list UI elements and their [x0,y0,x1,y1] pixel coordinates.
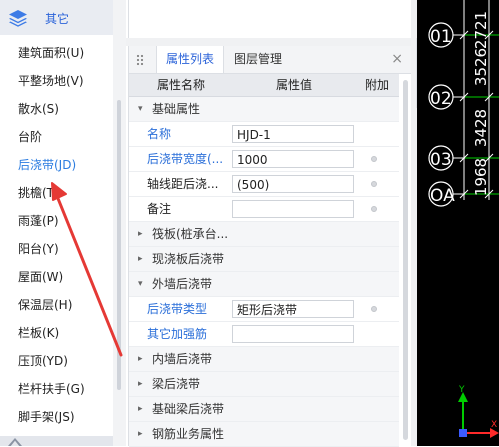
axis-label-0a: OA [430,186,455,206]
property-name: 其它加强筋 [147,327,208,341]
property-value-input[interactable]: HJD-1 [232,125,354,143]
attach-checkbox[interactable] [371,156,377,162]
group-label: 梁后浇带 [152,377,201,391]
caret-right-icon[interactable]: ▸ [138,247,143,271]
property-row[interactable]: 后浇带类型 矩形后浇带 [129,297,399,322]
group-label: 内墙后浇带 [152,352,213,366]
property-group-row[interactable]: ▸ 现浇板后浇带 [129,247,399,272]
property-name: 轴线距后浇... [147,177,219,191]
property-name: 后浇带类型 [147,302,208,316]
sidebar-scrollbar[interactable] [113,0,126,446]
category-title: 其它 [45,12,70,26]
attach-checkbox[interactable] [371,206,377,212]
group-label: 基础梁后浇带 [152,402,225,416]
property-row[interactable]: 备注 [129,197,399,222]
sidebar-item[interactable]: 散水(S) [18,99,59,119]
drawing-canvas[interactable]: 01 02 03 OA 2721 3526 3428 1968 Y X [417,0,499,446]
sidebar-footer[interactable] [0,436,113,446]
property-group-row[interactable]: ▸ 内墙后浇带 [129,347,399,372]
property-row[interactable]: 轴线距后浇... (500) [129,172,399,197]
caret-down-icon[interactable]: ▾ [138,97,143,121]
sidebar-item[interactable]: 雨蓬(P) [18,211,59,231]
column-header-value: 属性值 [276,78,313,92]
tab-layer-management[interactable]: 图层管理 [224,46,292,73]
sidebar-item[interactable]: 屋面(W) [18,267,63,287]
drag-handle-icon[interactable] [136,54,144,66]
sidebar-item[interactable]: 挑檐(T) [18,183,59,203]
property-row[interactable]: 后浇带宽度(... 1000 [129,147,399,172]
sidebar-item[interactable]: 平整场地(V) [18,71,84,91]
axis-label-02: 02 [430,89,452,109]
group-label: 基础属性 [152,102,201,116]
dimension-text: 3526 [472,48,490,86]
caret-right-icon[interactable]: ▸ [138,397,143,421]
caret-right-icon[interactable]: ▸ [138,372,143,396]
property-value-input[interactable]: 1000 [232,150,354,168]
caret-right-icon[interactable]: ▸ [138,347,143,371]
panel-tabbar: 属性列表 图层管理 × [129,46,412,74]
sidebar-item[interactable]: 保温层(H) [18,295,72,315]
table-header: 属性名称 属性值 附加 [129,74,399,97]
sidebar-item[interactable]: 栏杆扶手(G) [18,379,85,399]
sidebar-item[interactable]: 压顶(YD) [18,351,68,371]
property-group-row[interactable]: ▸ 筏板(桩承台... [129,222,399,247]
cad-drawing: 01 02 03 OA 2721 3526 3428 1968 Y X [428,0,499,438]
attach-checkbox[interactable] [371,306,377,312]
category-header-other[interactable]: 其它 [0,0,113,35]
property-row[interactable]: 名称 HJD-1 [129,122,399,147]
chevron-up-icon [8,438,22,446]
property-group-row[interactable]: ▾ 基础属性 [129,97,399,122]
dimension-text: 1968 [472,158,490,196]
caret-right-icon[interactable]: ▸ [138,422,143,446]
sidebar-item[interactable]: 阳台(Y) [18,239,59,259]
property-panel: 属性列表 图层管理 × 属性名称 属性值 附加 ▾ 基础属性名称 HJD-1 后浇带宽… [128,46,412,447]
property-group-row[interactable]: ▾ 外墙后浇带 [129,272,399,297]
caret-right-icon[interactable]: ▸ [138,222,143,246]
property-value-input[interactable] [232,325,354,343]
property-name: 后浇带宽度(... [147,152,224,166]
close-icon[interactable]: × [391,52,403,66]
scrollbar-thumb[interactable] [403,80,408,440]
column-header-name: 属性名称 [157,78,206,92]
dimension-text: 3428 [472,109,490,147]
property-value-input[interactable] [232,200,354,218]
ucs-y-label: Y [458,385,465,395]
layers-icon [9,10,27,27]
dimension-text: 2721 [472,11,490,49]
property-group-row[interactable]: ▸ 基础梁后浇带 [129,397,399,422]
axis-label-01: 01 [430,27,452,47]
group-label: 现浇板后浇带 [152,252,225,266]
component-sidebar: 其它 建筑面积(U) 平整场地(V) 散水(S) 台阶后浇带(JD) 挑檐(T) 雨蓬(P… [0,0,114,446]
property-group-row[interactable]: ▸ 梁后浇带 [129,372,399,397]
panel-gap [126,38,413,46]
property-value-input[interactable]: (500) [232,175,354,193]
property-name: 备注 [147,202,172,216]
group-label: 外墙后浇带 [152,277,213,291]
tab-property-list[interactable]: 属性列表 [156,46,224,73]
sidebar-item[interactable]: 后浇带(JD) [18,155,76,175]
sidebar-item[interactable]: 栏板(K) [18,323,59,343]
property-name: 名称 [147,127,172,141]
sidebar-item[interactable]: 脚手架(JS) [18,407,75,427]
axis-label-03: 03 [430,150,452,170]
property-row[interactable]: 其它加强筋 [129,322,399,347]
top-panel [128,0,412,39]
sidebar-item[interactable]: 台阶 [18,127,42,147]
ucs-x-label: X [491,420,497,430]
attach-checkbox[interactable] [371,181,377,187]
group-label: 筏板(桩承台... [152,227,229,241]
caret-down-icon[interactable]: ▾ [138,272,143,296]
ucs-icon: Y X [458,385,499,438]
scrollbar-thumb[interactable] [117,100,121,390]
property-group-row[interactable]: ▸ 钢筋业务属性 [129,422,399,447]
group-label: 钢筋业务属性 [152,427,225,441]
property-value-input[interactable]: 矩形后浇带 [232,300,354,318]
column-header-extra: 附加 [365,78,390,92]
sidebar-item[interactable]: 建筑面积(U) [18,43,84,63]
